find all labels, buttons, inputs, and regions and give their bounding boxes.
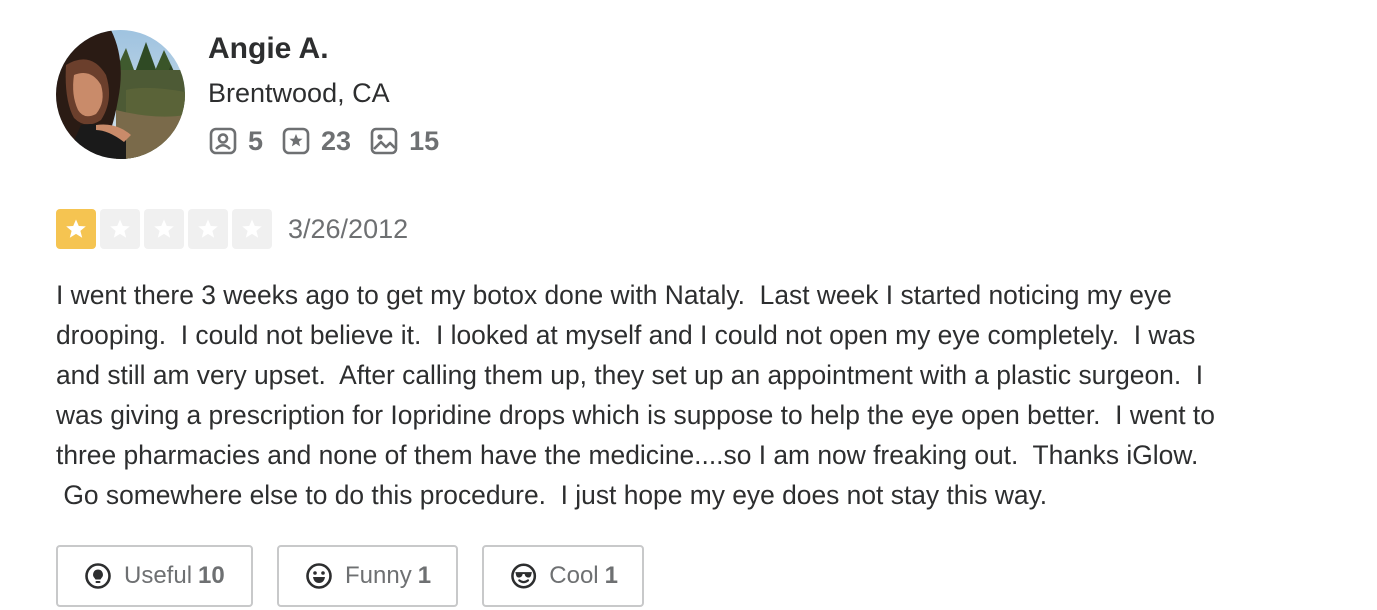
- star-rating: 3/26/2012: [56, 209, 408, 249]
- review-date: 3/26/2012: [288, 213, 409, 244]
- friends-count: 5: [248, 125, 264, 156]
- user-name[interactable]: Angie A.: [208, 32, 329, 66]
- star-2-icon: [100, 209, 140, 249]
- funny-button[interactable]: Funny 1: [277, 545, 458, 607]
- cool-button[interactable]: Cool 1: [482, 545, 644, 607]
- review-text: I went there 3 weeks ago to get my botox…: [56, 280, 1215, 510]
- grin-face-icon: [306, 563, 332, 589]
- star-3-icon: [144, 209, 184, 249]
- star-5-icon: [232, 209, 272, 249]
- photos-count: 15: [409, 125, 440, 156]
- reviews-count: 23: [321, 125, 352, 156]
- useful-label: Useful: [124, 562, 193, 589]
- lightbulb-icon: [85, 563, 111, 589]
- star-badge-icon: [282, 127, 310, 155]
- reviews-stat: 23: [281, 126, 351, 157]
- photo-icon: [370, 127, 398, 155]
- friends-stat: 5: [208, 126, 263, 157]
- star-4-icon: [188, 209, 228, 249]
- useful-button[interactable]: Useful 10: [56, 545, 253, 607]
- reaction-buttons: Useful 10 Funny 1 Cool 1: [56, 545, 668, 607]
- review-card: Angie A. Brentwood, CA 5 23 15 3/26/2012…: [0, 0, 1377, 610]
- user-avatar[interactable]: [56, 30, 185, 159]
- useful-count: 10: [198, 562, 225, 589]
- funny-count: 1: [417, 562, 432, 589]
- user-location: Brentwood, CA: [208, 78, 390, 108]
- user-stats: 5 23 15: [208, 124, 457, 158]
- cool-count: 1: [604, 562, 618, 589]
- funny-label: Funny: [345, 562, 412, 589]
- photos-stat: 15: [369, 126, 439, 157]
- star-1-icon: [56, 209, 96, 249]
- sunglasses-face-icon: [511, 563, 537, 589]
- cool-label: Cool: [549, 562, 599, 589]
- friends-icon: [209, 127, 237, 155]
